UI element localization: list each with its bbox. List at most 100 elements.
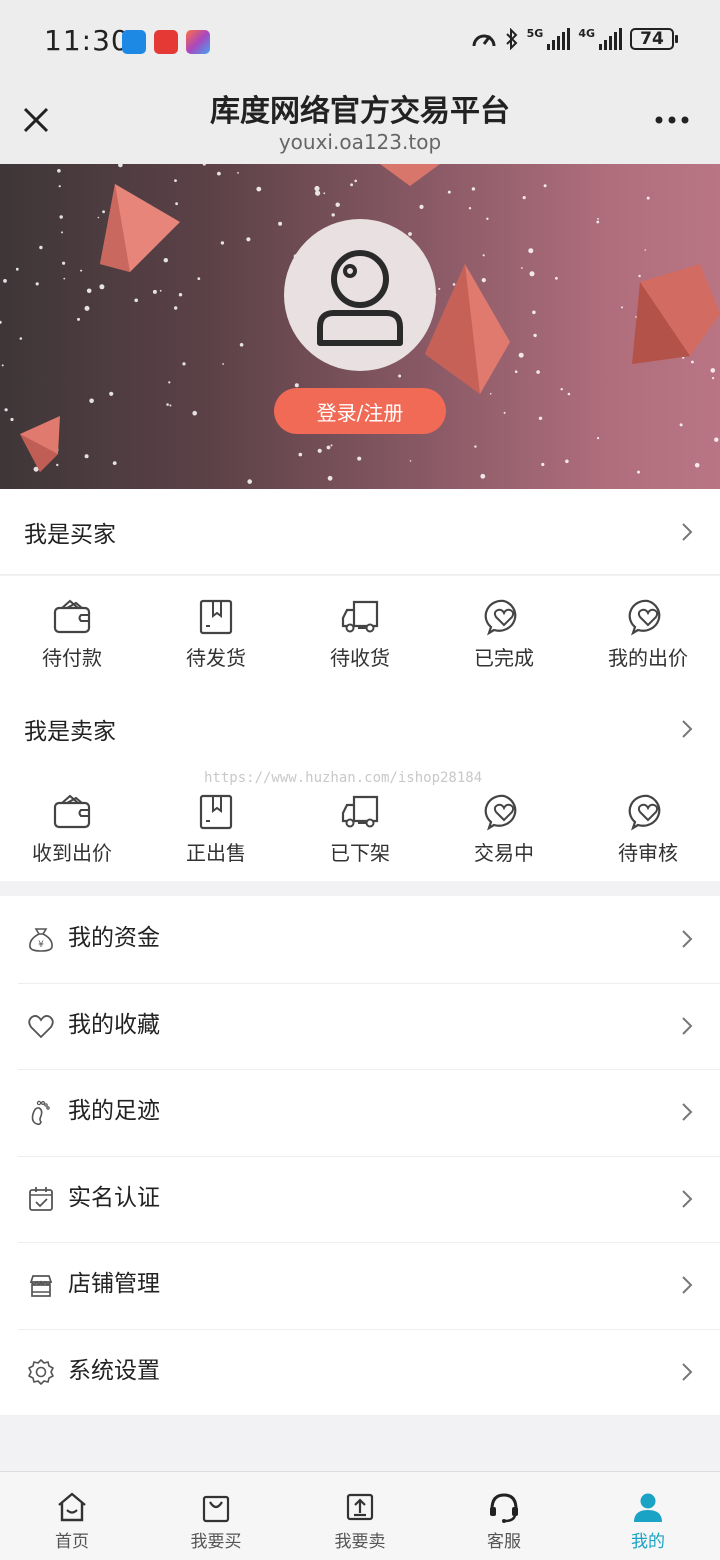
menu-item-money-bag[interactable]: ¥ 我的资金 [0,896,720,983]
menu-item-gear[interactable]: 系统设置 [0,1328,720,1416]
chevron-right-icon [682,1103,693,1121]
order-status-label: 已完成 [474,646,534,670]
order-status-seller-2[interactable]: 已下架 [288,771,432,881]
chevron-right-icon [682,1190,693,1208]
order-status-seller-3[interactable]: 交易中 [432,771,576,881]
signal-icon [599,28,622,50]
chevron-right-icon [682,1276,693,1294]
truck-icon [341,600,379,633]
heart-bubble-icon [484,599,517,636]
order-status-label: 待付款 [42,646,102,670]
order-status-seller-0[interactable]: 收到出价 [0,771,144,881]
bookmark-box-icon [199,794,233,830]
store-icon [27,1271,55,1299]
order-status-label: 待审核 [618,841,678,865]
order-status-label: 待收货 [330,646,390,670]
wallet-icon [53,794,91,829]
chevron-right-icon [682,1017,693,1035]
status-bar: 11:30 5G 4G 74 [0,0,720,84]
buyer-section-title: 我是买家 [24,521,116,548]
watermark-text: https://www.huzhan.com/ishop28184 [204,770,483,786]
title-bar: 库度网络官方交易平台 youxi.oa123.top [0,84,720,164]
tab-2[interactable]: 我要卖 [288,1472,432,1560]
tab-label: 我要卖 [334,1532,386,1552]
page-url: youxi.oa123.top [278,130,442,154]
menu-item-calendar-check[interactable]: 实名认证 [0,1155,720,1243]
avatar[interactable] [284,219,436,371]
tab-0[interactable]: 首页 [0,1472,144,1560]
chevron-right-icon [682,1363,693,1381]
tab-label: 首页 [55,1532,89,1552]
order-status-label: 我的出价 [608,646,688,670]
tab-label: 我的 [631,1532,665,1552]
tab-3[interactable]: 客服 [432,1472,576,1560]
seller-section-title: 我是卖家 [24,718,116,745]
order-status-seller-1[interactable]: 正出售 [144,771,288,881]
bookmark-box-icon [199,599,233,635]
menu-item-label: 系统设置 [68,1357,160,1384]
chevron-right-icon [682,522,693,541]
menu-item-label: 我的足迹 [68,1098,160,1124]
svg-text:¥: ¥ [38,940,44,950]
login-register-button[interactable]: 登录/注册 [274,388,446,434]
heart-bubble-icon [628,599,661,636]
headset-icon [490,1493,518,1523]
menu-item-label: 我的资金 [68,925,160,951]
order-status-label: 待发货 [186,646,246,670]
buyer-order-grid: 待付款 待发货 待收货 已完成 我的出价 [0,576,720,686]
user-icon [634,1493,662,1522]
network-5g-label: 5G [526,27,544,40]
bottom-tab-bar: 首页 我要买 我要卖 客服 我的 [0,1471,720,1560]
order-status-buyer-4[interactable]: 我的出价 [576,576,720,686]
data-speed-icon [472,34,496,47]
menu-item-label: 实名认证 [68,1184,160,1211]
money-bag-icon: ¥ [27,925,55,953]
signal-icon [547,28,571,50]
tab-label: 客服 [487,1532,521,1552]
order-status-buyer-2[interactable]: 待收货 [288,576,432,686]
order-status-seller-4[interactable]: 待审核 [576,771,720,881]
app-notification-icon [186,30,210,54]
menu-item-heart[interactable]: 我的收藏 [0,982,720,1070]
user-avatar-icon [317,250,403,346]
order-status-label: 收到出价 [32,841,112,865]
tab-4[interactable]: 我的 [576,1472,720,1560]
menu-item-store[interactable]: 店铺管理 [0,1242,720,1329]
page-title: 库度网络官方交易平台 [210,94,510,129]
app-notification-icon [154,30,178,54]
shopping-bag-icon [202,1495,230,1523]
menu-item-label: 店铺管理 [68,1271,160,1297]
account-menu: ¥ 我的资金我的收藏我的足迹实名认证店铺管理系统设置 [0,896,720,1415]
heart-bubble-icon [628,794,661,831]
order-status-label: 交易中 [474,841,534,865]
order-status-buyer-0[interactable]: 待付款 [0,576,144,686]
menu-item-footprint[interactable]: 我的足迹 [0,1069,720,1156]
chevron-right-icon [682,930,693,948]
order-status-label: 正出售 [186,841,246,865]
network-4g-label: 4G [578,27,595,40]
truck-icon [341,795,379,828]
buyer-section-header[interactable]: 我是买家 [0,489,720,575]
order-status-buyer-3[interactable]: 已完成 [432,576,576,686]
order-status-buyer-1[interactable]: 待发货 [144,576,288,686]
seller-order-grid: 收到出价 正出售 已下架 交易中 待审核 [0,771,720,881]
bluetooth-icon [505,28,518,50]
upload-icon [346,1493,374,1521]
home-icon [58,1492,86,1522]
tab-1[interactable]: 我要买 [144,1472,288,1560]
seller-section-header[interactable]: 我是卖家 [0,686,720,772]
footprint-icon [27,1098,55,1126]
app-notification-icon [122,30,146,54]
heart-icon [27,1012,55,1040]
tab-label: 我要买 [190,1532,242,1552]
order-status-label: 已下架 [330,841,390,865]
chevron-right-icon [682,719,693,738]
battery-icon: 74 [630,28,678,50]
menu-item-label: 我的收藏 [68,1011,160,1038]
status-time: 11:30 [44,24,130,57]
profile-banner: 登录/注册 [0,164,720,489]
gear-icon [27,1358,55,1386]
more-options-icon[interactable] [654,110,690,130]
heart-bubble-icon [484,794,517,831]
wallet-icon [53,599,91,634]
